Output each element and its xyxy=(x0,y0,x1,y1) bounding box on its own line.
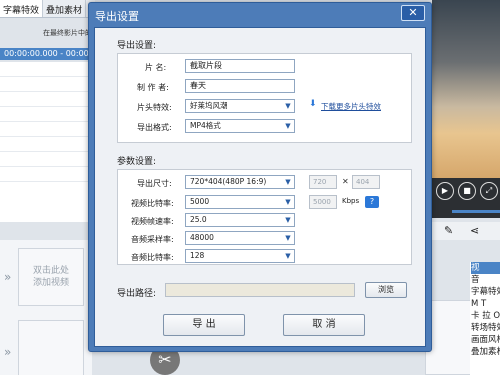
chevron-down-icon: ▼ xyxy=(285,178,291,186)
audio-bitrate-label: 音频比特率: xyxy=(131,253,174,262)
format-value: MP4格式 xyxy=(190,121,221,130)
video-bitrate-select[interactable]: 5000 ▼ xyxy=(185,195,295,209)
storyboard-slot[interactable] xyxy=(425,300,475,375)
width-input[interactable]: 720 xyxy=(309,175,337,189)
video-bitrate-custom-input[interactable]: 5000 xyxy=(309,195,337,209)
storyboard-slot[interactable] xyxy=(18,320,84,375)
opening-effect-select[interactable]: 好莱坞风潮 ▼ xyxy=(185,99,295,113)
list-row xyxy=(0,77,92,92)
add-video-thumbnail[interactable]: 双击此处 添加视频 xyxy=(18,248,84,306)
help-icon[interactable]: ? xyxy=(365,196,379,208)
list-row xyxy=(0,137,92,152)
volume-slider[interactable] xyxy=(452,210,500,213)
author-label: 制 作 者: xyxy=(137,83,169,92)
dimension-separator: ✕ xyxy=(342,177,349,186)
title-input[interactable]: 截取片段 xyxy=(185,59,295,73)
chevron-right-icon[interactable]: » xyxy=(4,270,16,284)
audio-sample-rate-value: 48000 xyxy=(190,233,214,242)
opening-effect-label: 片头特效: xyxy=(137,103,172,112)
author-input[interactable]: 春天 xyxy=(185,79,295,93)
list-item[interactable]: 视 xyxy=(471,262,500,274)
browse-button[interactable]: 浏览 xyxy=(365,282,407,298)
size-label: 导出尺寸: xyxy=(137,179,172,188)
frame-rate-label: 视频帧速率: xyxy=(131,217,174,226)
list-item[interactable]: 卡 拉 O xyxy=(471,310,500,322)
list-row xyxy=(0,122,92,137)
chevron-down-icon: ▼ xyxy=(285,198,291,206)
close-button[interactable]: ✕ xyxy=(401,5,425,21)
side-toolbar: ✎ ⋖ xyxy=(432,222,500,240)
size-value: 720*404(480P 16:9) xyxy=(190,177,267,186)
opening-effect-value: 好莱坞风潮 xyxy=(190,101,228,110)
audio-bitrate-select[interactable]: 128 ▼ xyxy=(185,249,295,263)
stop-icon[interactable]: ■ xyxy=(458,182,476,200)
dialog-title: 导出设置 xyxy=(95,10,139,23)
download-icon[interactable]: ⬇ xyxy=(309,99,317,109)
list-item[interactable]: 叠加素材 xyxy=(471,346,500,358)
audio-sample-rate-select[interactable]: 48000 ▼ xyxy=(185,231,295,245)
audio-bitrate-value: 128 xyxy=(190,251,205,260)
chevron-down-icon: ▼ xyxy=(285,122,291,130)
list-row xyxy=(0,107,92,122)
title-label: 片 名: xyxy=(145,63,167,72)
video-preview xyxy=(432,0,500,178)
audio-sample-rate-label: 音频采样率: xyxy=(131,235,174,244)
chevron-down-icon: ▼ xyxy=(285,216,291,224)
height-input[interactable]: 404 xyxy=(352,175,380,189)
chevron-down-icon: ▼ xyxy=(285,102,291,110)
list-item[interactable]: 音 xyxy=(471,274,500,286)
format-label: 导出格式: xyxy=(137,123,172,132)
selected-clip-timecode[interactable]: 00:00:00.000 - 00:00: xyxy=(0,48,92,60)
background-tab-bar: 字幕特效 叠加素材 xyxy=(0,0,95,18)
params-heading: 参数设置: xyxy=(117,157,157,167)
fullscreen-icon[interactable]: ⤢ xyxy=(480,182,498,200)
tab-overlay-material[interactable]: 叠加素材 xyxy=(43,0,87,17)
timeline-hint: 在最终影片中的 xyxy=(43,29,92,37)
list-item[interactable]: 画面风格 xyxy=(471,334,500,346)
clip-list xyxy=(0,62,92,222)
list-item[interactable]: 转场特效 xyxy=(471,322,500,334)
play-icon[interactable]: ▶ xyxy=(436,182,454,200)
frame-rate-value: 25.0 xyxy=(190,215,207,224)
effects-category-list: 视 音 字幕特效 M T 卡 拉 O 转场特效 画面风格 叠加素材 xyxy=(470,262,500,375)
tab-subtitle-effects[interactable]: 字幕特效 xyxy=(0,0,44,17)
format-select[interactable]: MP4格式 ▼ xyxy=(185,119,295,133)
list-row xyxy=(0,92,92,107)
cancel-button[interactable]: 取 消 xyxy=(283,314,365,336)
size-select[interactable]: 720*404(480P 16:9) ▼ xyxy=(185,175,295,189)
export-settings-heading: 导出设置: xyxy=(117,41,157,51)
bitrate-unit: Kbps xyxy=(342,197,360,205)
list-item[interactable]: 字幕特效 xyxy=(471,286,500,298)
export-path-label: 导出路径: xyxy=(117,289,157,299)
chevron-down-icon: ▼ xyxy=(285,234,291,242)
chevron-right-icon[interactable]: » xyxy=(4,345,16,359)
dialog-body: 导出设置: 片 名: 截取片段 制 作 者: 春天 片头特效: 好莱坞风潮 ▼ … xyxy=(94,27,426,347)
frame-rate-select[interactable]: 25.0 ▼ xyxy=(185,213,295,227)
download-more-effects-link[interactable]: 下载更多片头特效 xyxy=(321,101,381,112)
list-item[interactable]: M T xyxy=(471,298,500,310)
video-bitrate-value: 5000 xyxy=(190,197,210,206)
export-settings-dialog: 导出设置 ✕ 导出设置: 片 名: 截取片段 制 作 者: 春天 片头特效: 好… xyxy=(88,2,432,352)
video-bitrate-label: 视频比特率: xyxy=(131,199,174,208)
dialog-titlebar[interactable]: 导出设置 ✕ xyxy=(89,3,431,27)
close-icon: ✕ xyxy=(408,6,418,19)
edit-icon[interactable]: ✎ xyxy=(444,224,453,237)
share-icon[interactable]: ⋖ xyxy=(470,224,479,237)
export-path-field[interactable] xyxy=(165,283,355,297)
thumbnail-line: 添加视频 xyxy=(32,278,69,288)
export-button[interactable]: 导 出 xyxy=(163,314,245,336)
thumbnail-line: 双击此处 xyxy=(32,266,69,276)
list-row xyxy=(0,62,92,77)
list-row xyxy=(0,167,92,182)
list-row xyxy=(0,152,92,167)
chevron-down-icon: ▼ xyxy=(285,252,291,260)
